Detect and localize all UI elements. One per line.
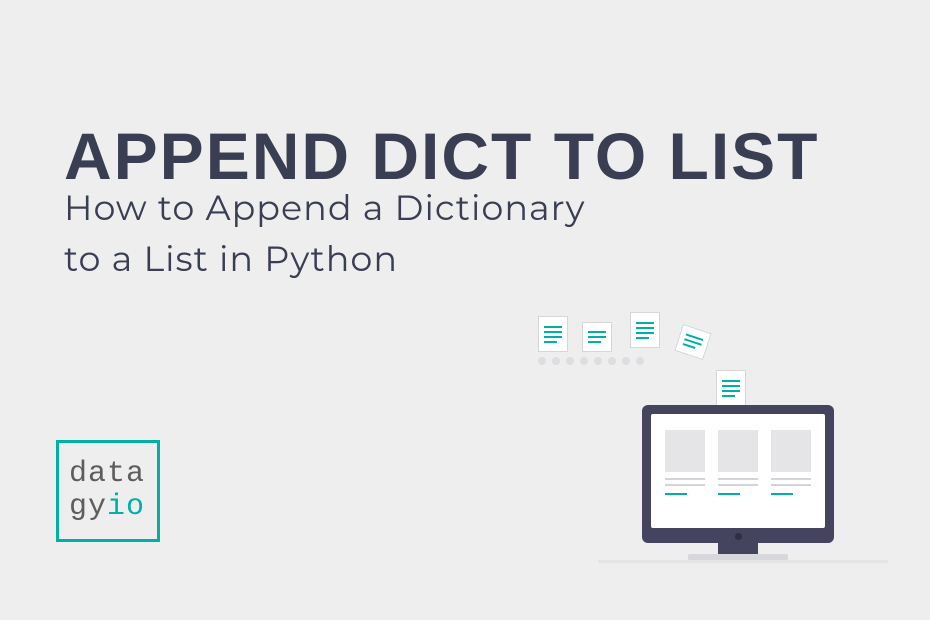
subtitle-line-2: to a List in Python: [64, 234, 585, 285]
screen-card: [665, 430, 705, 472]
screen-line-accent: [771, 493, 793, 495]
monitor-stand: [718, 542, 758, 554]
dotted-path: [538, 357, 644, 365]
document-icon: [582, 322, 612, 352]
document-icon: [538, 316, 568, 352]
page-subtitle: How to Append a Dictionary to a List in …: [64, 183, 585, 285]
logo-text-line2: gyio: [69, 491, 145, 524]
document-icon: [674, 324, 711, 360]
screen-line-accent: [718, 493, 740, 495]
screen-card: [771, 430, 811, 472]
screen-line: [771, 484, 811, 486]
brand-logo: data gyio: [56, 440, 160, 542]
screen-line: [665, 484, 705, 486]
logo-gy: gy: [69, 490, 107, 524]
document-icon: [630, 312, 660, 348]
screen-line: [665, 478, 705, 480]
logo-io: io: [107, 490, 145, 524]
screen-line-accent: [665, 493, 687, 495]
screen-line: [718, 478, 758, 480]
screen-card: [718, 430, 758, 472]
hero-illustration: [538, 310, 878, 570]
monitor-power-dot: [735, 533, 742, 540]
desk-shelf: [598, 560, 888, 563]
logo-text-line1: data: [69, 458, 145, 491]
screen-line: [771, 478, 811, 480]
subtitle-line-1: How to Append a Dictionary: [64, 183, 585, 234]
document-icon: [716, 370, 746, 406]
screen-line: [718, 484, 758, 486]
